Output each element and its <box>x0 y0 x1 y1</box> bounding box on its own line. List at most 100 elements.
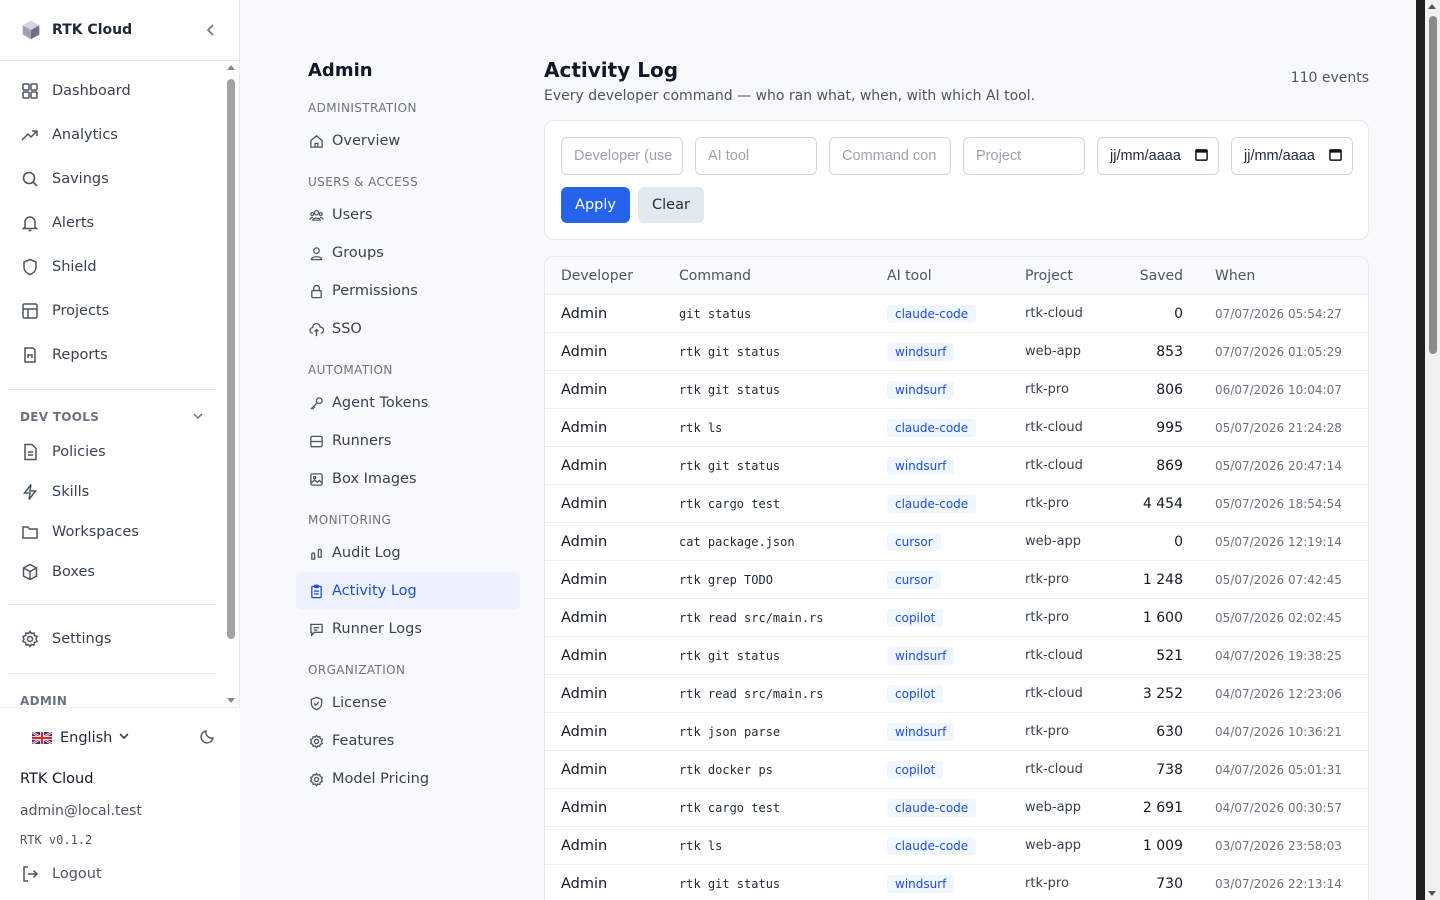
table-row[interactable]: Admin rtk read src/main.rs copilot rtk-pro 1… <box>545 598 1368 636</box>
sidebar-item-shield[interactable]: Shield <box>8 245 216 289</box>
cell-when: 04/07/2026 12:23:06 <box>1215 686 1342 701</box>
ai-tool-badge: windsurf <box>887 380 955 399</box>
table-row[interactable]: Admin rtk ls claude-code rtk-cloud 995 05/07/… <box>545 408 1368 446</box>
window-edge <box>1416 0 1425 900</box>
subnav-item-runners[interactable]: Runners <box>296 422 520 460</box>
language-row: English <box>0 708 240 768</box>
subnav-item-groups[interactable]: Groups <box>296 234 520 272</box>
box-icon <box>20 562 40 582</box>
subnav-item-license[interactable]: License <box>296 684 520 722</box>
table-body: Admin git status claude-code rtk-cloud 0 07/0… <box>545 294 1368 900</box>
table-row[interactable]: Admin rtk cargo test claude-code rtk-pro 4 4… <box>545 484 1368 522</box>
sidebar-item-savings[interactable]: Savings <box>8 157 216 201</box>
cell-saved: 995 <box>1156 419 1183 436</box>
cell-when: 04/07/2026 19:38:25 <box>1215 648 1342 663</box>
calendar-icon[interactable] <box>1329 148 1342 165</box>
scroll-down-arrow-icon[interactable] <box>1428 891 1436 896</box>
subnav-item-runner-logs[interactable]: Runner Logs <box>296 610 520 648</box>
chevron-down-icon[interactable] <box>118 730 130 746</box>
column-header-project[interactable]: Project <box>1025 268 1120 284</box>
scroll-down-arrow-icon[interactable] <box>227 698 235 703</box>
ai-tool-filter-input[interactable]: AI tool <box>695 137 817 175</box>
table-row[interactable]: Admin rtk ls claude-code web-app 1 009 03/07/… <box>545 826 1368 864</box>
table-row[interactable]: Admin cat package.json cursor web-app 0 05/07… <box>545 522 1368 560</box>
table-row[interactable]: Admin rtk read src/main.rs copilot rtk-clou… <box>545 674 1368 712</box>
table-row[interactable]: Admin rtk json parse windsurf rtk-pro 630 04/… <box>545 712 1368 750</box>
sidebar-item-workspaces[interactable]: Workspaces <box>8 512 216 552</box>
subnav-item-users[interactable]: Users <box>296 196 520 234</box>
logout-button[interactable]: Logout <box>0 862 240 886</box>
sidebar-item-skills[interactable]: Skills <box>8 472 216 512</box>
cell-project: rtk-cloud <box>1025 420 1083 435</box>
dark-mode-toggle-moon-icon[interactable] <box>200 728 216 748</box>
table-row[interactable]: Admin rtk grep TODO cursor rtk-pro 1 248 05/0… <box>545 560 1368 598</box>
dev-tools-section-toggle[interactable]: DEV TOOLS <box>8 402 216 432</box>
cell-project: rtk-pro <box>1025 496 1069 511</box>
subnav-item-permissions[interactable]: Permissions <box>296 272 520 310</box>
date-to-input[interactable]: jj/mm/aaaa <box>1231 137 1353 175</box>
clear-button[interactable]: Clear <box>638 187 704 223</box>
admin-section-toggle[interactable]: ADMIN <box>8 686 216 707</box>
ai-tool-badge: windsurf <box>887 646 955 665</box>
page-scrollbar[interactable] <box>1425 0 1440 900</box>
apply-button[interactable]: Apply <box>561 187 630 223</box>
cell-when: 05/07/2026 20:47:14 <box>1215 458 1342 473</box>
cell-project: web-app <box>1025 344 1082 359</box>
cell-ai-tool: windsurf <box>887 722 1025 741</box>
folder-icon <box>20 522 40 542</box>
subnav-item-overview[interactable]: Overview <box>296 122 520 160</box>
calendar-icon[interactable] <box>1195 148 1208 165</box>
subnav-item-agent-tokens[interactable]: Agent Tokens <box>296 384 520 422</box>
column-header-saved[interactable]: Saved <box>1120 268 1183 284</box>
language-selector[interactable]: English <box>60 730 112 746</box>
sidebar-item-dashboard[interactable]: Dashboard <box>8 69 216 113</box>
sidebar-item-analytics[interactable]: Analytics <box>8 113 216 157</box>
column-header-ai-tool[interactable]: AI tool <box>887 268 1025 284</box>
table-row[interactable]: Admin rtk git status windsurf rtk-cloud 869 0… <box>545 446 1368 484</box>
column-header-when[interactable]: When <box>1183 268 1255 284</box>
table-row[interactable]: Admin rtk git status windsurf rtk-cloud 521 0… <box>545 636 1368 674</box>
subnav-item-audit-log[interactable]: Audit Log <box>296 534 520 572</box>
cell-project: rtk-pro <box>1025 724 1069 739</box>
table-row[interactable]: Admin git status claude-code rtk-cloud 0 07/0… <box>545 294 1368 332</box>
column-header-developer[interactable]: Developer <box>545 268 679 284</box>
subnav-item-features[interactable]: Features <box>296 722 520 760</box>
sidebar-item-reports[interactable]: Reports <box>8 333 216 377</box>
table-row[interactable]: Admin rtk git status windsurf rtk-pro 730 03/… <box>545 864 1368 900</box>
user-email: admin@local.test <box>20 803 142 819</box>
scrollbar-thumb[interactable] <box>1429 16 1437 354</box>
table-row[interactable]: Admin rtk git status windsurf rtk-pro 806 06/… <box>545 370 1368 408</box>
ai-tool-badge: claude-code <box>887 304 977 323</box>
gear-icon <box>20 629 40 649</box>
column-header-command[interactable]: Command <box>679 268 887 284</box>
subnav-item-sso[interactable]: SSO <box>296 310 520 348</box>
subnav-item-label: Agent Tokens <box>332 395 429 411</box>
scroll-up-arrow-icon[interactable] <box>1428 4 1436 9</box>
subnav-item-model-pricing[interactable]: Model Pricing <box>296 760 520 798</box>
cell-command: rtk ls <box>679 838 723 853</box>
command-filter-input[interactable]: Command con <box>829 137 951 175</box>
table-row[interactable]: Admin rtk cargo test claude-code web-app 2 6… <box>545 788 1368 826</box>
shield-check-icon <box>308 695 324 711</box>
developer-filter-input[interactable]: Developer (use <box>561 137 683 175</box>
sidebar-scrollbar[interactable] <box>225 61 238 707</box>
cell-saved: 2 691 <box>1142 799 1183 816</box>
project-filter-input[interactable]: Project <box>963 137 1085 175</box>
table-row[interactable]: Admin rtk docker ps copilot rtk-cloud 738 04/… <box>545 750 1368 788</box>
subnav-item-activity-log[interactable]: Activity Log <box>296 572 520 610</box>
subnav-item-label: Overview <box>332 133 401 149</box>
sidebar-item-alerts[interactable]: Alerts <box>8 201 216 245</box>
ai-tool-badge: claude-code <box>887 798 977 817</box>
sidebar-item-boxes[interactable]: Boxes <box>8 552 216 592</box>
sidebar-item-label: Workspaces <box>52 524 139 540</box>
table-row[interactable]: Admin rtk git status windsurf web-app 853 07/… <box>545 332 1368 370</box>
date-from-input[interactable]: jj/mm/aaaa <box>1097 137 1219 175</box>
sidebar-item-settings[interactable]: Settings <box>8 617 216 661</box>
sidebar-item-projects[interactable]: Projects <box>8 289 216 333</box>
scroll-up-arrow-icon[interactable] <box>227 65 235 70</box>
sidebar-item-policies[interactable]: Policies <box>8 432 216 472</box>
subnav-item-label: Activity Log <box>332 583 417 599</box>
subnav-item-box-images[interactable]: Box Images <box>296 460 520 498</box>
collapse-sidebar-button[interactable] <box>203 22 219 38</box>
scrollbar-thumb[interactable] <box>227 79 235 639</box>
